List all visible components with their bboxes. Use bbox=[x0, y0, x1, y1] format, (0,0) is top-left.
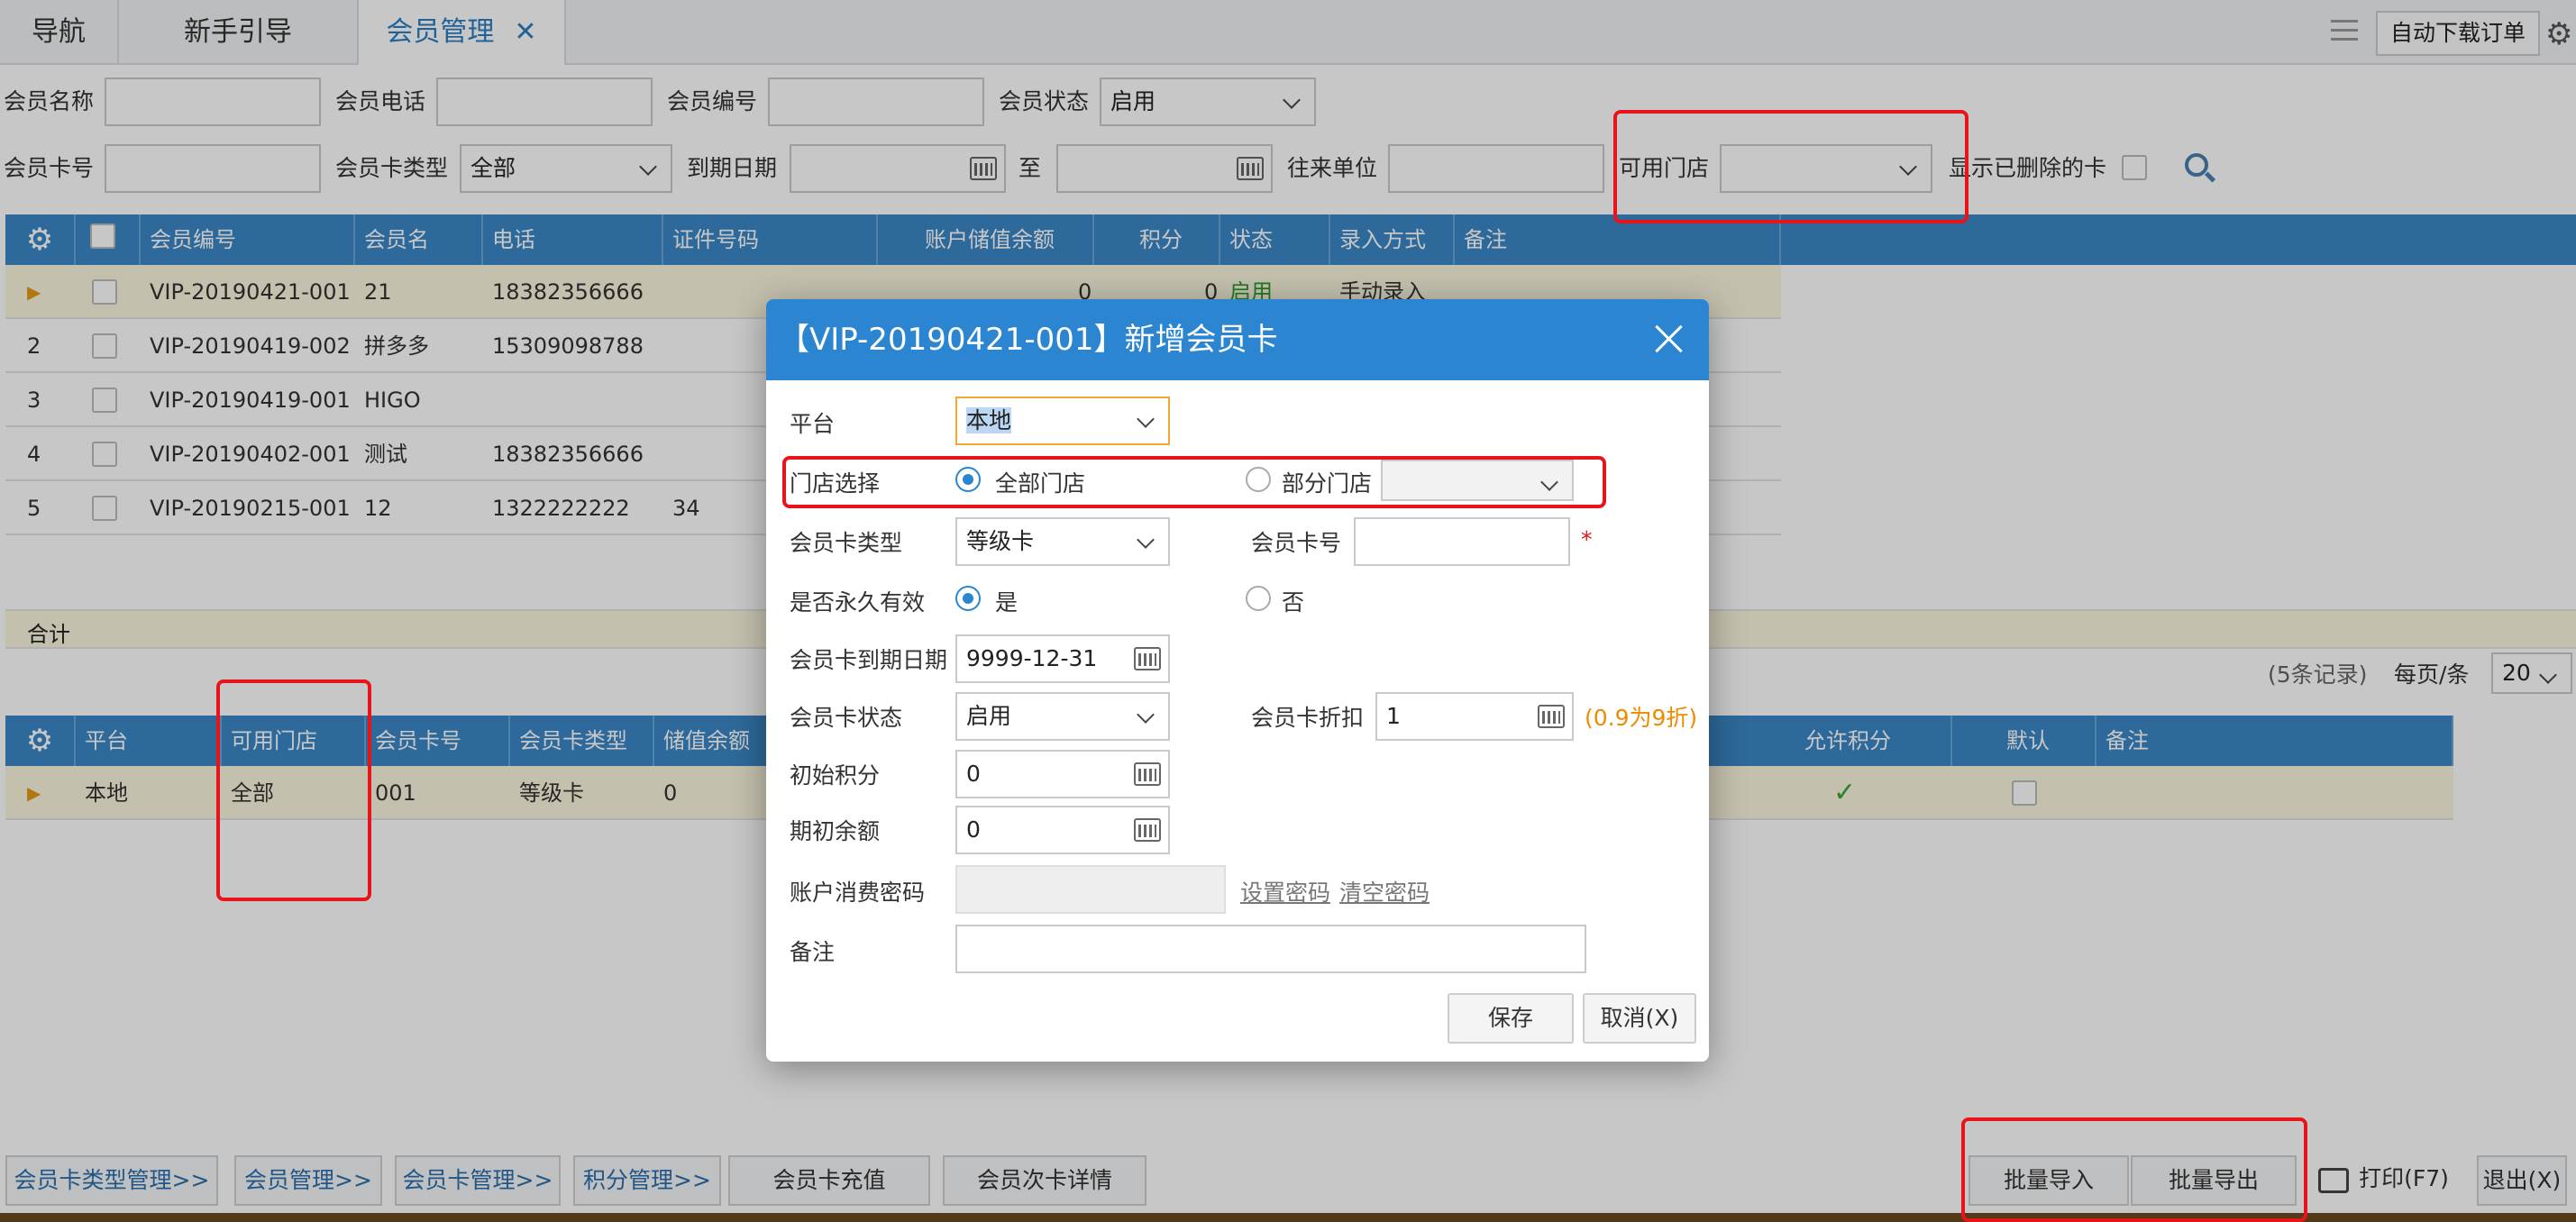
set-password-link[interactable]: 设置密码 bbox=[1240, 880, 1330, 907]
init-balance-input[interactable]: 0 bbox=[955, 806, 1170, 854]
card-no-label: 会员卡号 bbox=[1251, 530, 1342, 556]
highlight-box bbox=[1961, 1117, 2307, 1222]
remark-input[interactable] bbox=[955, 925, 1586, 973]
discount-label: 会员卡折扣 bbox=[1251, 705, 1365, 731]
cancel-button[interactable]: 取消(X) bbox=[1583, 993, 1696, 1044]
highlight-box bbox=[1613, 110, 1969, 223]
expire-date-label: 会员卡到期日期 bbox=[790, 647, 948, 673]
card-no-input[interactable] bbox=[1354, 517, 1570, 566]
input-value: 0 bbox=[966, 816, 981, 843]
permanent-label: 是否永久有效 bbox=[790, 589, 926, 616]
highlight-box bbox=[782, 456, 1606, 508]
input-value: 1 bbox=[1386, 703, 1401, 729]
select-value: 等级卡 bbox=[966, 528, 1035, 554]
card-type-label: 会员卡类型 bbox=[790, 530, 903, 556]
add-member-card-dialog: 【VIP-20190421-001】新增会员卡 平台 本地 门店选择 全部门店 … bbox=[766, 299, 1709, 1062]
input-value: 0 bbox=[966, 761, 981, 787]
init-points-label: 初始积分 bbox=[790, 762, 881, 789]
password-label: 账户消费密码 bbox=[790, 880, 926, 906]
init-balance-label: 期初余额 bbox=[790, 818, 881, 844]
no-label: 否 bbox=[1282, 589, 1305, 616]
highlight-box bbox=[216, 679, 371, 901]
expire-date-input[interactable]: 9999-12-31 bbox=[955, 634, 1170, 683]
save-button[interactable]: 保存 bbox=[1448, 993, 1574, 1044]
yes-label: 是 bbox=[995, 589, 1019, 616]
dialog-title: 【VIP-20190421-001】新增会员卡 bbox=[779, 322, 1278, 358]
calculator-icon[interactable] bbox=[1134, 818, 1161, 842]
discount-hint: (0.9为9折) bbox=[1585, 705, 1698, 731]
permanent-yes-radio[interactable] bbox=[955, 586, 981, 611]
platform-select[interactable]: 本地 bbox=[955, 397, 1170, 445]
platform-label: 平台 bbox=[790, 411, 836, 437]
calendar-icon[interactable] bbox=[1134, 647, 1161, 670]
clear-password-link[interactable]: 清空密码 bbox=[1339, 880, 1430, 907]
permanent-no-radio[interactable] bbox=[1246, 586, 1271, 611]
required-mark: * bbox=[1581, 526, 1593, 552]
calculator-icon[interactable] bbox=[1538, 705, 1565, 728]
card-status-label: 会员卡状态 bbox=[790, 705, 903, 731]
card-type-select[interactable]: 等级卡 bbox=[955, 517, 1170, 566]
card-status-select[interactable]: 启用 bbox=[955, 692, 1170, 741]
init-points-input[interactable]: 0 bbox=[955, 750, 1170, 798]
input-value: 9999-12-31 bbox=[966, 645, 1098, 671]
select-value: 本地 bbox=[966, 407, 1012, 433]
password-input bbox=[955, 865, 1226, 914]
remark-label: 备注 bbox=[790, 939, 836, 965]
select-value: 启用 bbox=[966, 703, 1012, 729]
discount-input[interactable]: 1 bbox=[1375, 692, 1574, 741]
dialog-header: 【VIP-20190421-001】新增会员卡 bbox=[766, 299, 1709, 380]
calculator-icon[interactable] bbox=[1134, 762, 1161, 786]
close-icon[interactable] bbox=[1651, 321, 1687, 357]
